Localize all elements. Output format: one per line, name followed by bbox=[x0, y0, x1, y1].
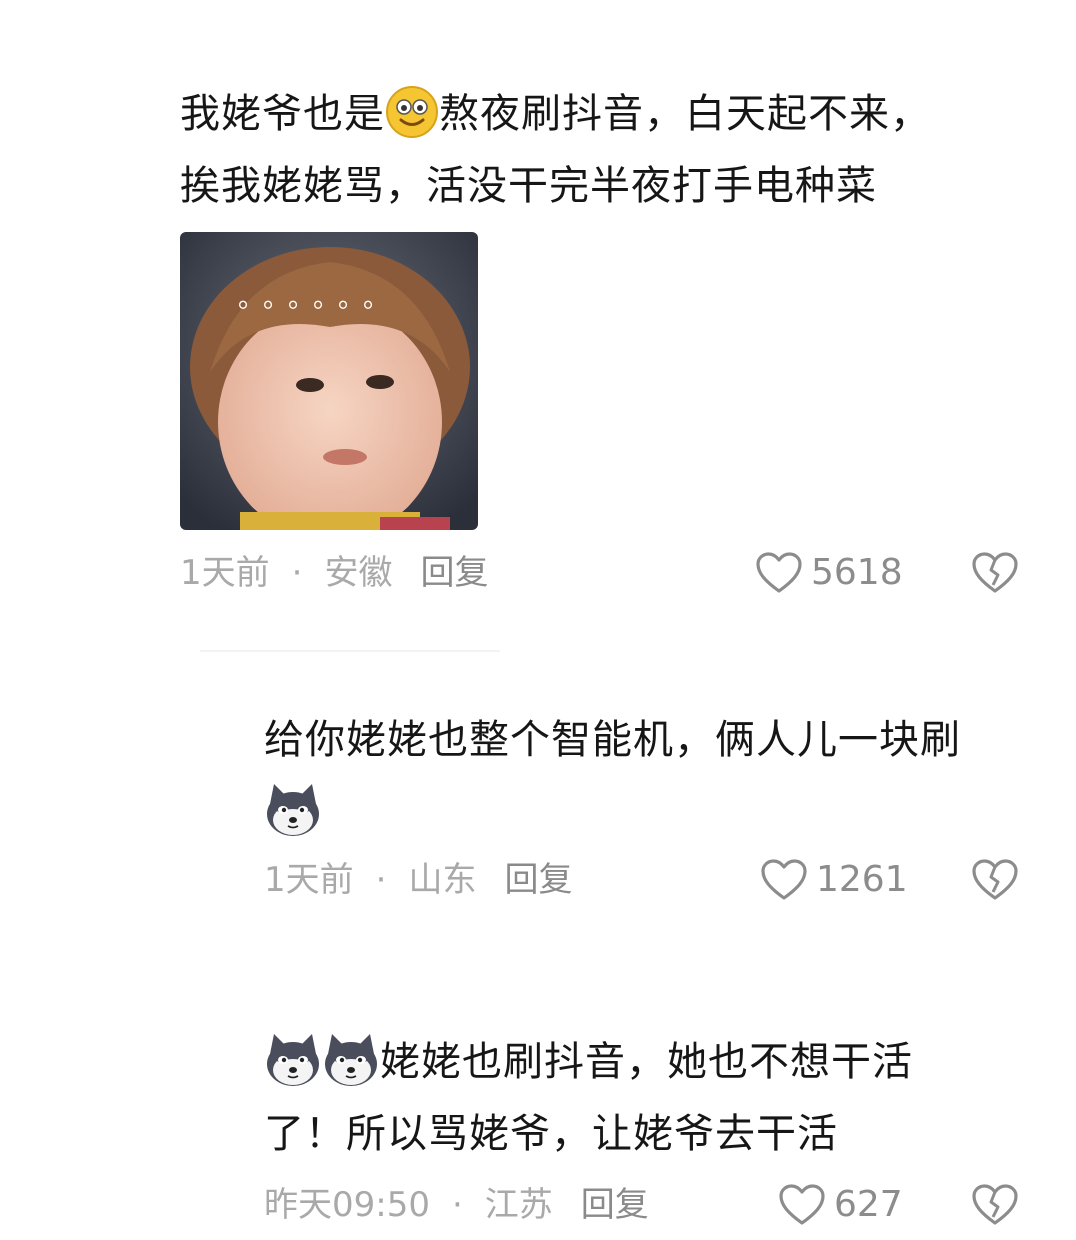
heart-icon bbox=[779, 1184, 825, 1225]
comment-1-text-part: 我姥爷也是 bbox=[180, 91, 385, 137]
comment-3-text-part: 姥姥也刷抖音，她也不想干活 bbox=[380, 1039, 913, 1085]
like-button[interactable]: 627 bbox=[778, 1180, 903, 1230]
comment-3-line-2: 了！所以骂姥爷，让姥爷去干活 bbox=[264, 1111, 838, 1157]
broken-heart-icon bbox=[972, 1184, 1018, 1225]
location: 山东 bbox=[408, 860, 477, 900]
dislike-button[interactable] bbox=[970, 1180, 1020, 1230]
husky-emoji-icon bbox=[325, 1034, 377, 1086]
comment-2-line-1: 给你姥姥也整个智能机，俩人儿一块刷 bbox=[264, 717, 961, 763]
husky-emoji-icon bbox=[267, 784, 319, 836]
comment-1-line-1: 我姥爷也是 熬夜刷抖音，白天起不来， bbox=[180, 78, 931, 150]
like-button[interactable]: 1261 bbox=[760, 855, 908, 905]
divider bbox=[200, 650, 500, 652]
location: 安徽 bbox=[324, 553, 393, 593]
smile-emoji-icon bbox=[386, 86, 438, 138]
dislike-button[interactable] bbox=[970, 548, 1020, 598]
comment-1-text: 我姥爷也是 熬夜刷抖音，白天起不来， 挨我姥姥骂，活没干完半夜打手电种菜 bbox=[180, 78, 931, 222]
like-count: 627 bbox=[834, 1184, 903, 1225]
dislike-button[interactable] bbox=[970, 855, 1020, 905]
comment-3-line-1: 姥姥也刷抖音，她也不想干活 bbox=[264, 1026, 913, 1098]
comment-2-meta: 1天前 · 山东 回复 bbox=[264, 855, 572, 905]
comment-3-text: 姥姥也刷抖音，她也不想干活 了！所以骂姥爷，让姥爷去干活 bbox=[264, 1026, 913, 1170]
comment-3-meta: 昨天09:50 · 江苏 回复 bbox=[264, 1180, 649, 1230]
separator: · bbox=[375, 860, 387, 900]
comment-2-line-2 bbox=[264, 776, 961, 848]
child-photo-image bbox=[180, 232, 478, 530]
heart-icon bbox=[756, 552, 802, 593]
timestamp: 1天前 bbox=[180, 553, 270, 593]
separator: · bbox=[291, 553, 303, 593]
broken-heart-icon bbox=[972, 859, 1018, 900]
reply-button[interactable]: 回复 bbox=[420, 553, 488, 593]
reply-button[interactable]: 回复 bbox=[504, 860, 572, 900]
like-count: 5618 bbox=[811, 552, 903, 593]
timestamp: 昨天09:50 bbox=[264, 1185, 430, 1225]
heart-icon bbox=[761, 859, 807, 900]
comment-1-photo[interactable]: 。。。。。。 bbox=[180, 232, 478, 530]
like-count: 1261 bbox=[816, 859, 908, 900]
comment-2-text: 给你姥姥也整个智能机，俩人儿一块刷 bbox=[264, 704, 961, 848]
timestamp: 1天前 bbox=[264, 860, 354, 900]
comment-1-meta: 1天前 · 安徽 回复 bbox=[180, 548, 488, 598]
comment-1-text-part: 熬夜刷抖音，白天起不来， bbox=[439, 91, 931, 137]
like-button[interactable]: 5618 bbox=[755, 548, 903, 598]
comment-1-line-2: 挨我姥姥骂，活没干完半夜打手电种菜 bbox=[180, 163, 877, 209]
husky-emoji-icon bbox=[267, 1034, 319, 1086]
photo-overlay-dots: 。。。。。。 bbox=[238, 284, 402, 314]
reply-button[interactable]: 回复 bbox=[581, 1185, 649, 1225]
separator: · bbox=[451, 1185, 463, 1225]
location: 江苏 bbox=[484, 1185, 553, 1225]
broken-heart-icon bbox=[972, 552, 1018, 593]
